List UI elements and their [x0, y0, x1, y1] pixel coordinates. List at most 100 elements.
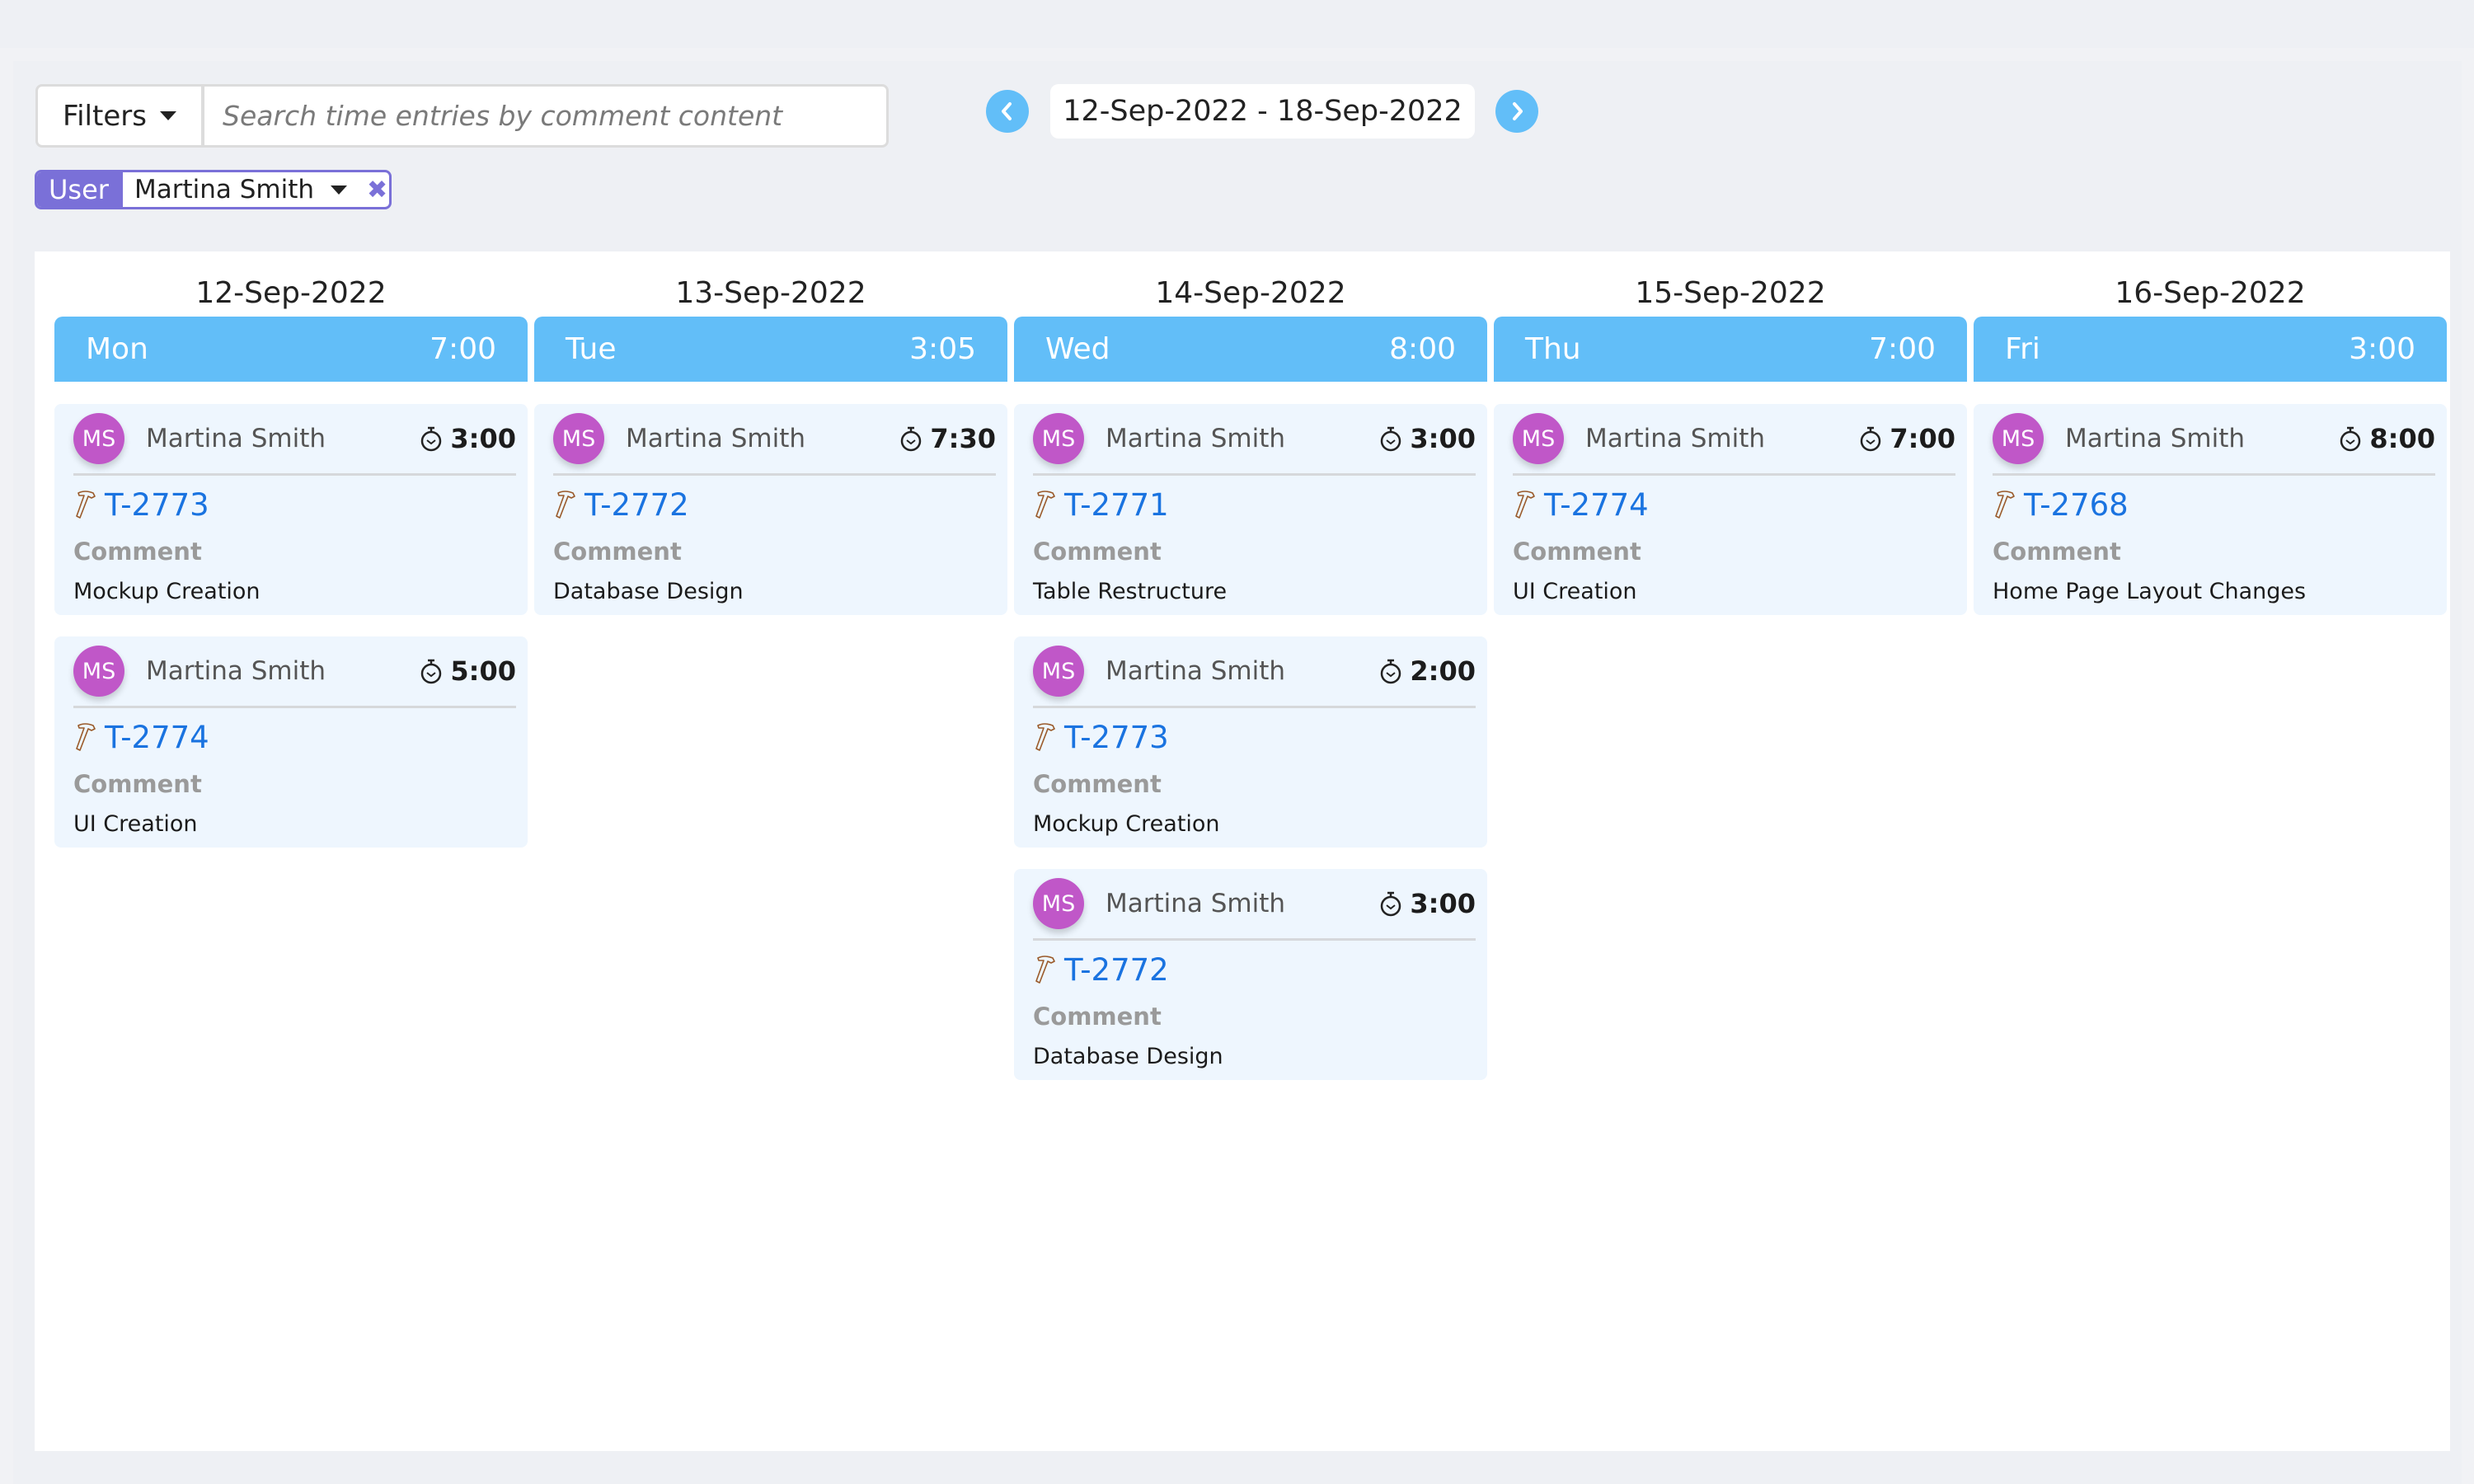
entry-duration: 8:00 [2338, 423, 2435, 454]
avatar: MS [553, 413, 604, 464]
task-link[interactable]: T-2773 [1064, 720, 1169, 755]
entry-header: MS Martina Smith 8:00 [1993, 404, 2435, 473]
day-column-tue: 13-Sep-2022 Tue 3:05 MS Martina Smith 7:… [534, 251, 1007, 615]
comment-label: Comment [1513, 538, 1641, 566]
task-link[interactable]: T-2774 [105, 720, 209, 755]
user-filter-chip: User Martina Smith ✖ [35, 170, 392, 209]
time-entry-card[interactable]: MS Martina Smith 7:30 T-2772 Comment Dat… [534, 404, 1007, 615]
filters-label: Filters [63, 99, 147, 133]
avatar: MS [73, 413, 124, 464]
task-link[interactable]: T-2772 [584, 487, 689, 523]
avatar: MS [1513, 413, 1564, 464]
day-entries: MS Martina Smith 8:00 T-2768 Comment Hom… [1974, 382, 2447, 615]
entry-user-name: Martina Smith [146, 424, 326, 453]
hammer-icon [1035, 491, 1055, 519]
comment-text: Mockup Creation [1033, 810, 1220, 837]
prev-week-button[interactable] [986, 90, 1029, 133]
chevron-left-icon [1002, 102, 1012, 120]
day-column-mon: 12-Sep-2022 Mon 7:00 MS Martina Smith 3:… [54, 251, 528, 848]
time-entry-card[interactable]: MS Martina Smith 3:00 T-2771 Comment Tab… [1014, 404, 1487, 615]
day-entries: MS Martina Smith 7:30 T-2772 Comment Dat… [534, 382, 1007, 615]
comment-label: Comment [553, 538, 682, 566]
time-entry-card[interactable]: MS Martina Smith 5:00 T-2774 Comment UI … [54, 636, 528, 848]
stopwatch-icon [2340, 426, 2361, 452]
day-entries: MS Martina Smith 3:00 T-2773 Comment Moc… [54, 382, 528, 848]
stopwatch-icon [421, 426, 442, 452]
task-link[interactable]: T-2771 [1064, 487, 1169, 523]
entry-user-name: Martina Smith [146, 656, 326, 686]
day-column-wed: 14-Sep-2022 Wed 8:00 MS Martina Smith 3:… [1014, 251, 1487, 1080]
user-filter-label: User [37, 172, 123, 207]
hammer-icon [1035, 723, 1055, 751]
entry-duration: 3:00 [1378, 423, 1476, 454]
close-icon[interactable]: ✖ [367, 176, 387, 204]
entry-header: MS Martina Smith 3:00 [1033, 869, 1476, 938]
entry-header: MS Martina Smith 3:00 [1033, 404, 1476, 473]
comment-label: Comment [1033, 538, 1162, 566]
time-entry-card[interactable]: MS Martina Smith 8:00 T-2768 Comment Hom… [1974, 404, 2447, 615]
avatar: MS [73, 646, 124, 697]
entry-user-name: Martina Smith [1106, 889, 1286, 918]
day-date: 14-Sep-2022 [1155, 276, 1346, 310]
task-link[interactable]: T-2772 [1064, 952, 1169, 988]
entry-duration-value: 5:00 [450, 655, 516, 687]
avatar: MS [1033, 646, 1084, 697]
stopwatch-icon [1381, 891, 1401, 917]
day-total: 7:00 [1869, 332, 1936, 366]
day-total: 8:00 [1389, 332, 1456, 366]
comment-text: UI Creation [73, 810, 198, 837]
hammer-icon [1035, 956, 1055, 984]
hammer-icon [1515, 491, 1535, 519]
task-link[interactable]: T-2773 [105, 487, 209, 523]
entry-task-row: T-2772 [553, 476, 996, 533]
filters-dropdown-button[interactable]: Filters [38, 87, 204, 145]
entry-task-row: T-2773 [73, 476, 516, 533]
task-link[interactable]: T-2768 [2024, 487, 2129, 523]
comment-text: Database Design [553, 578, 744, 604]
entry-duration: 7:30 [899, 423, 996, 454]
week-calendar: 12-Sep-2022 Mon 7:00 MS Martina Smith 3:… [35, 251, 2450, 1451]
search-input[interactable] [204, 87, 886, 145]
entry-user-name: Martina Smith [1585, 424, 1766, 453]
task-link[interactable]: T-2774 [1544, 487, 1649, 523]
day-header-bar: Wed 8:00 [1014, 317, 1487, 382]
entry-header: MS Martina Smith 7:30 [553, 404, 996, 473]
entry-duration: 7:00 [1858, 423, 1955, 454]
day-total: 7:00 [430, 332, 496, 366]
entry-duration: 3:00 [1378, 888, 1476, 919]
entry-task-row: T-2772 [1033, 941, 1476, 998]
day-weekday: Thu [1525, 332, 1581, 366]
stopwatch-icon [1381, 426, 1401, 452]
day-column-thu: 15-Sep-2022 Thu 7:00 MS Martina Smith 7:… [1494, 251, 1967, 615]
user-filter-value: Martina Smith [134, 175, 315, 204]
stopwatch-icon [1861, 426, 1881, 452]
hammer-icon [76, 491, 96, 519]
entry-duration-value: 7:00 [1890, 423, 1955, 454]
time-entry-card[interactable]: MS Martina Smith 2:00 T-2773 Comment Moc… [1014, 636, 1487, 848]
day-header-bar: Tue 3:05 [534, 317, 1007, 382]
time-entry-card[interactable]: MS Martina Smith 7:00 T-2774 Comment UI … [1494, 404, 1967, 615]
entry-duration-value: 3:00 [1410, 423, 1476, 454]
user-filter-select[interactable]: Martina Smith ✖ [123, 172, 389, 207]
time-entry-card[interactable]: MS Martina Smith 3:00 T-2772 Comment Dat… [1014, 869, 1487, 1080]
day-weekday: Fri [2005, 332, 2040, 366]
entry-task-row: T-2773 [1033, 708, 1476, 766]
hammer-icon [556, 491, 575, 519]
day-weekday: Mon [86, 332, 148, 366]
day-entries: MS Martina Smith 3:00 T-2771 Comment Tab… [1014, 382, 1487, 1080]
caret-down-icon [159, 111, 176, 120]
day-total: 3:00 [2349, 332, 2415, 366]
next-week-button[interactable] [1495, 90, 1538, 133]
comment-text: Mockup Creation [73, 578, 261, 604]
stopwatch-icon [901, 426, 922, 452]
caret-down-icon [331, 185, 348, 195]
entry-duration: 3:00 [419, 423, 516, 454]
entry-task-row: T-2774 [1513, 476, 1955, 533]
entry-task-row: T-2774 [73, 708, 516, 766]
comment-label: Comment [1993, 538, 2121, 566]
day-weekday: Wed [1045, 332, 1110, 366]
entry-header: MS Martina Smith 3:00 [73, 404, 516, 473]
time-entry-card[interactable]: MS Martina Smith 3:00 T-2773 Comment Moc… [54, 404, 528, 615]
stopwatch-icon [421, 659, 442, 684]
entry-user-name: Martina Smith [626, 424, 806, 453]
